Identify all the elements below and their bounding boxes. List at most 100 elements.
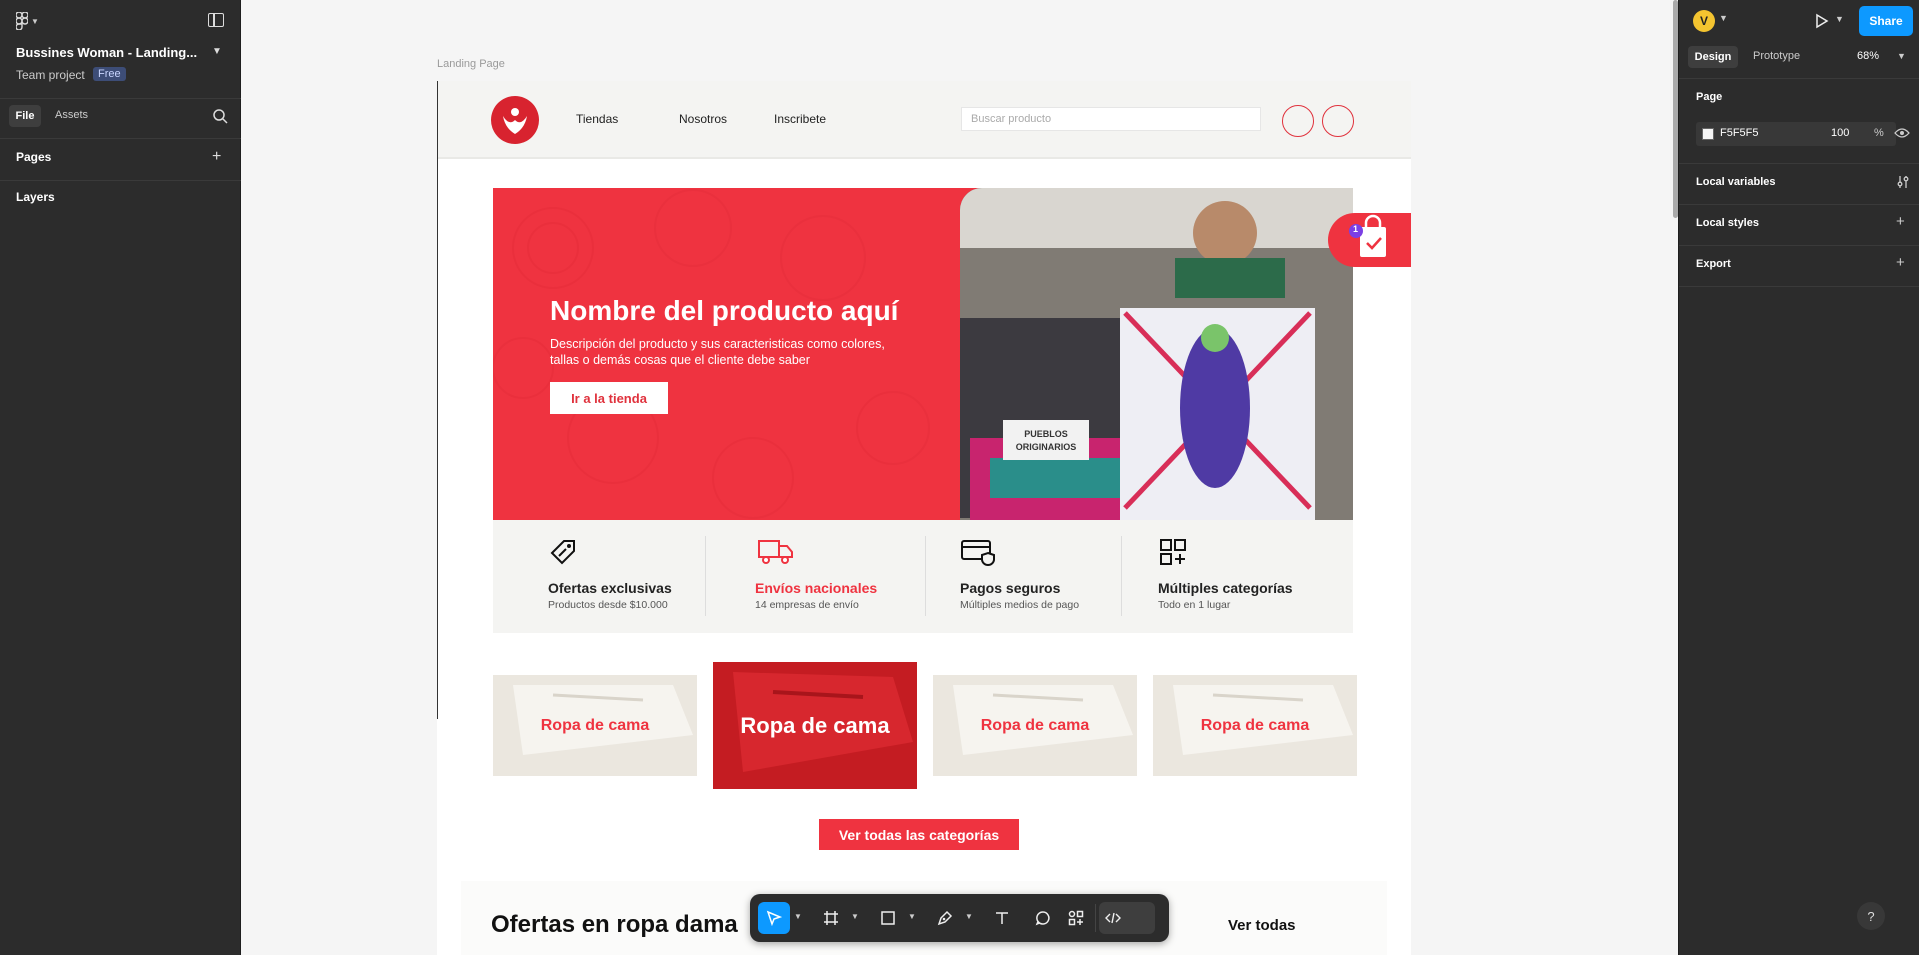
text-icon (996, 912, 1008, 924)
divider (1679, 163, 1919, 164)
opacity-unit: % (1874, 127, 1884, 139)
add-export-plus-icon[interactable]: + (1896, 254, 1905, 271)
opacity-value[interactable]: 100 (1831, 127, 1849, 139)
actions-tool[interactable] (1060, 902, 1092, 934)
share-button[interactable]: Share (1859, 6, 1913, 36)
avatar-chevron-icon[interactable]: ▼ (1719, 13, 1728, 23)
feature-title: Pagos seguros (960, 580, 1061, 596)
category-card[interactable]: Ropa de cama (493, 675, 697, 776)
tab-assets[interactable]: Assets (55, 109, 88, 121)
local-styles-heading[interactable]: Local styles (1696, 217, 1759, 229)
nav-link-inscribete[interactable]: Inscribete (774, 112, 826, 126)
categories-grid-icon (1160, 539, 1186, 565)
rectangle-icon (881, 911, 895, 925)
feature-divider (925, 536, 926, 616)
category-card-active[interactable]: Ropa de cama (713, 662, 917, 789)
file-menu-chevron-icon[interactable]: ▼ (212, 46, 222, 57)
file-name[interactable]: Bussines Woman - Landing... (16, 45, 197, 60)
offers-title: Ofertas en ropa dama (491, 911, 738, 938)
frame-chevron-icon[interactable]: ▼ (851, 912, 859, 921)
color-swatch[interactable] (1702, 128, 1714, 140)
page-color-field[interactable]: F5F5F5 100 % (1696, 122, 1896, 146)
export-heading[interactable]: Export (1696, 258, 1731, 270)
comment-tool[interactable] (1027, 902, 1059, 934)
variables-settings-icon[interactable] (1896, 175, 1910, 189)
left-sidebar: ▼ Bussines Woman - Landing... ▼ Team pro… (0, 0, 241, 955)
pen-icon (937, 910, 953, 926)
svg-text:ORIGINARIOS: ORIGINARIOS (1016, 442, 1077, 452)
tab-prototype[interactable]: Prototype (1753, 50, 1800, 62)
local-variables-heading[interactable]: Local variables (1696, 176, 1776, 188)
nav-link-nosotros[interactable]: Nosotros (679, 112, 727, 126)
category-label: Ropa de cama (1200, 716, 1310, 734)
frame-label[interactable]: Landing Page (437, 58, 505, 70)
shape-chevron-icon[interactable]: ▼ (908, 912, 916, 921)
frame-edge (437, 81, 438, 719)
divider (0, 138, 241, 139)
landing-page-frame[interactable]: Tiendas Nosotros Inscribete Buscar produ… (437, 81, 1411, 955)
feature-subtitle: 14 empresas de envío (755, 599, 859, 611)
floating-cart-button[interactable]: 1 (1328, 213, 1411, 267)
view-all-offers-link[interactable]: Ver todas (1228, 917, 1296, 934)
feature-subtitle: Todo en 1 lugar (1158, 599, 1231, 611)
feature-item: Múltiples categorías Todo en 1 lugar (1158, 537, 1293, 611)
zoom-chevron-icon[interactable]: ▼ (1897, 51, 1906, 61)
left-topbar: ▼ (0, 0, 241, 42)
hero-banner: PUEBLOS ORIGINARIOS Nombre del producto … (493, 188, 1353, 520)
zoom-level[interactable]: 68% (1857, 50, 1879, 62)
price-tag-icon (550, 540, 575, 565)
add-style-plus-icon[interactable]: + (1896, 213, 1905, 230)
pages-heading: Pages (16, 150, 52, 164)
search-icon[interactable] (212, 108, 228, 124)
add-page-plus-icon[interactable]: + (212, 148, 221, 166)
feature-title: Envíos nacionales (755, 580, 878, 596)
nav-link-tiendas[interactable]: Tiendas (576, 112, 618, 126)
brand-logo[interactable] (491, 96, 539, 144)
frame-icon (824, 911, 838, 925)
feature-divider (705, 536, 706, 616)
color-hex-value[interactable]: F5F5F5 (1720, 127, 1759, 139)
category-label: Ropa de cama (980, 716, 1090, 734)
pen-tool[interactable] (929, 902, 961, 934)
frame-tool[interactable] (815, 902, 847, 934)
view-all-categories-button[interactable]: Ver todas las categorías (819, 819, 1019, 850)
move-tool[interactable] (758, 902, 790, 934)
site-nav: Tiendas Nosotros Inscribete Buscar produ… (437, 81, 1411, 159)
tab-design[interactable]: Design (1688, 46, 1738, 68)
cart-count-badge: 1 (1353, 224, 1359, 234)
user-circle-icon[interactable] (1282, 105, 1314, 137)
cart-circle-icon[interactable] (1322, 105, 1354, 137)
divider (1679, 245, 1919, 246)
present-play-icon[interactable] (1814, 13, 1830, 29)
sidebar-toggle-icon[interactable] (208, 13, 224, 27)
go-to-store-button[interactable]: Ir a la tienda (550, 382, 668, 414)
chevron-down-icon: ▼ (31, 16, 39, 26)
person-logo-icon (503, 108, 527, 134)
category-card[interactable]: Ropa de cama (933, 675, 1137, 776)
canvas[interactable]: Landing Page Tiendas Nosotros Inscribete… (241, 0, 1678, 955)
eye-icon[interactable] (1894, 127, 1910, 139)
help-button[interactable]: ? (1857, 902, 1885, 930)
plan-badge: Free (93, 67, 126, 81)
hero-photo[interactable]: PUEBLOS ORIGINARIOS (960, 188, 1353, 520)
team-name[interactable]: Team project (16, 68, 85, 82)
feature-title: Ofertas exclusivas (548, 580, 672, 596)
category-label: Ropa de cama (740, 712, 890, 738)
product-search-input[interactable]: Buscar producto (961, 107, 1261, 131)
shape-tool[interactable] (872, 902, 904, 934)
dev-mode-toggle[interactable] (1099, 902, 1155, 934)
user-avatar[interactable]: V (1693, 10, 1715, 32)
tab-file[interactable]: File (9, 105, 41, 127)
shopping-bag-icon (1349, 214, 1386, 257)
category-label: Ropa de cama (540, 716, 650, 734)
move-chevron-icon[interactable]: ▼ (794, 912, 802, 921)
layers-heading: Layers (16, 190, 55, 204)
category-card[interactable]: Ropa de cama (1153, 675, 1357, 776)
toolbar-divider (1095, 904, 1096, 932)
present-chevron-icon[interactable]: ▼ (1835, 14, 1844, 24)
figma-menu-button[interactable]: ▼ (16, 11, 42, 31)
page-heading: Page (1696, 91, 1723, 103)
pen-chevron-icon[interactable]: ▼ (965, 912, 973, 921)
text-tool[interactable] (986, 902, 1018, 934)
divider (1679, 204, 1919, 205)
